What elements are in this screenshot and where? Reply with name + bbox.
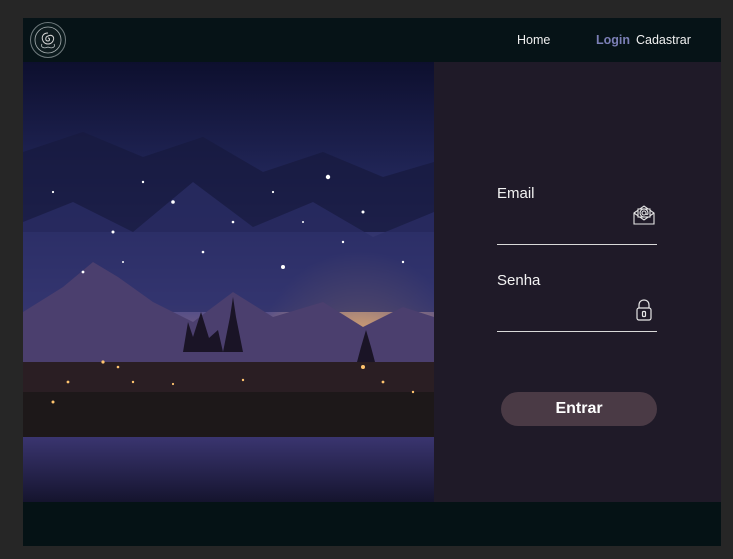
nav-link-login[interactable]: Login	[596, 33, 630, 47]
footer	[23, 502, 721, 546]
lock-icon	[634, 298, 658, 322]
login-panel: Email Senha Entrar	[434, 62, 721, 502]
navbar: Home Login Cadastrar	[23, 18, 721, 62]
app-frame: Home Login Cadastrar Email Senha Entrar	[23, 18, 721, 546]
rose-logo-icon	[34, 26, 62, 54]
envelope-at-icon	[632, 203, 656, 227]
logo[interactable]	[30, 22, 66, 58]
nav-link-home[interactable]: Home	[517, 33, 550, 47]
nav-link-register[interactable]: Cadastrar	[636, 33, 691, 47]
password-field[interactable]	[497, 305, 657, 332]
password-label: Senha	[497, 272, 541, 289]
email-label: Email	[497, 185, 535, 202]
hero-image	[23, 62, 434, 502]
login-button[interactable]: Entrar	[501, 392, 657, 426]
night-landscape-illustration	[23, 62, 434, 502]
